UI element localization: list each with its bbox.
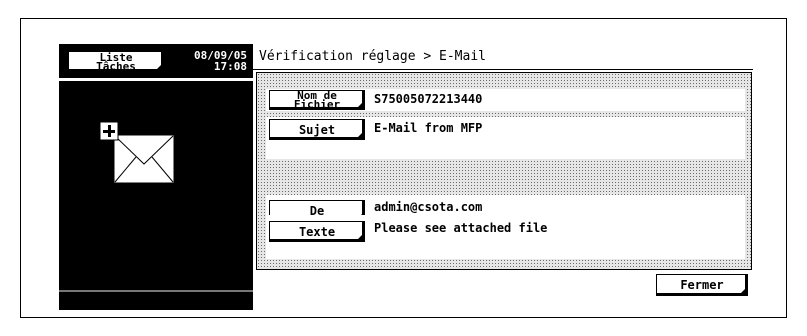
page-title: Vérification réglage > E-Mail <box>253 44 753 70</box>
body-text-button[interactable]: Texte <box>269 221 365 242</box>
field-row-body: Texte Please see attached file <box>266 215 745 259</box>
filename-button[interactable]: Nom de Fichier <box>269 90 365 110</box>
job-list-label-line2: Tâches <box>96 59 136 73</box>
time-text: 17:08 <box>213 60 247 73</box>
body-text-value: Please see attached file <box>374 221 548 235</box>
close-button[interactable]: Fermer <box>656 274 748 296</box>
filename-label-line2: Fichier <box>293 98 341 111</box>
left-panel: Liste Tâches 08/09/05 17:08 <box>59 44 253 310</box>
settings-content: Nom de Fichier S75005072213440 Sujet E-M… <box>256 72 752 270</box>
from-value: admin@csota.com <box>374 200 483 214</box>
datetime-display: 08/09/05 17:08 <box>179 50 247 72</box>
panel-footer-divider <box>59 290 253 292</box>
field-row-subject: Sujet E-Mail from MFP <box>266 117 745 159</box>
subject-label: Sujet <box>298 122 336 137</box>
job-list-button[interactable]: Liste Tâches <box>68 51 164 72</box>
close-label: Fermer <box>680 278 724 292</box>
field-row-filename: Nom de Fichier S75005072213440 <box>266 89 745 111</box>
filename-value: S75005072213440 <box>374 92 483 106</box>
subject-button[interactable]: Sujet <box>269 119 365 140</box>
panel-divider <box>59 78 253 81</box>
body-text-label: Texte <box>298 224 336 239</box>
envelope-add-icon <box>99 121 175 184</box>
subject-value: E-Mail from MFP <box>374 121 483 135</box>
